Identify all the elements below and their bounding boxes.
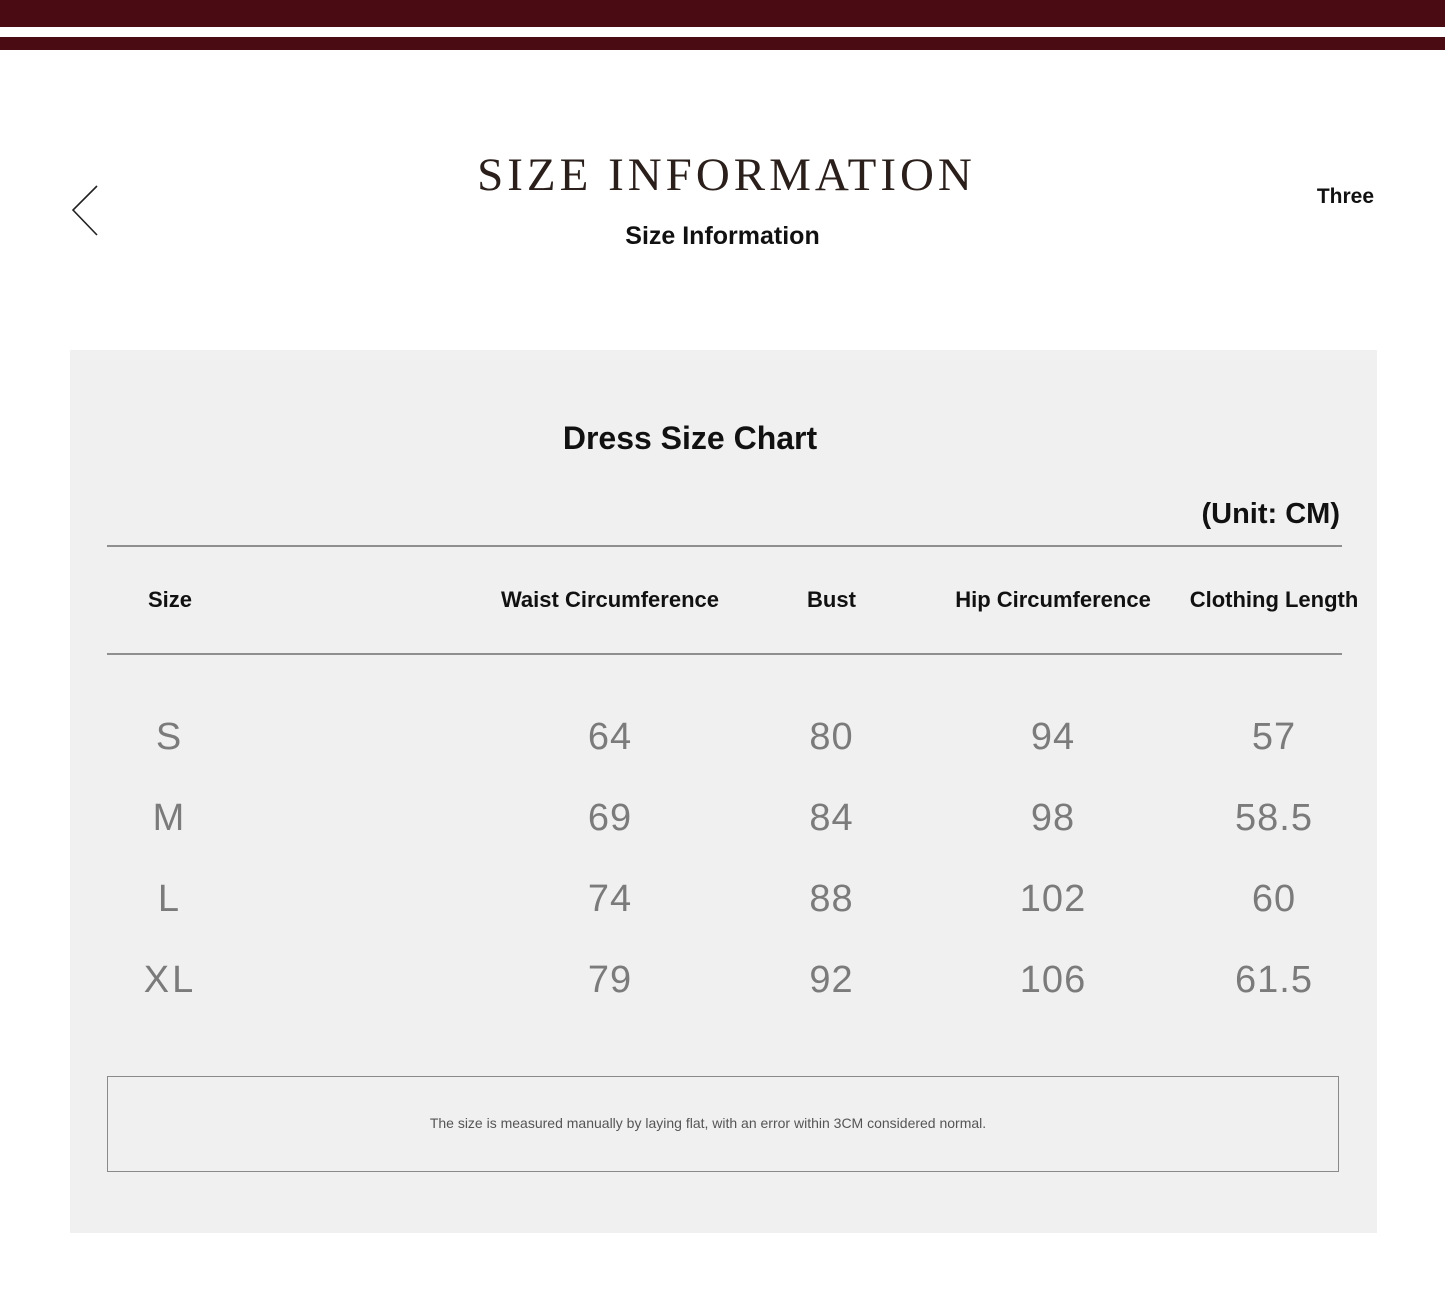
waist-cell: 79 (587, 959, 633, 1001)
size-chart-panel: Dress Size Chart (Unit: CM) Size Waist C… (70, 350, 1377, 1233)
bust-cell: 92 (809, 959, 854, 1001)
column-header-waist: Waist Circumference (500, 587, 720, 612)
top-right-label: Three (1316, 185, 1374, 208)
bust-cell: 80 (809, 716, 854, 758)
column-header-size: Size (147, 587, 193, 612)
hip-cell: 94 (1030, 716, 1076, 758)
unit-label: (Unit: CM) (1201, 498, 1340, 530)
hip-cell: 98 (1030, 797, 1076, 839)
hip-cell: 102 (1019, 878, 1087, 920)
size-cell: M (152, 797, 188, 839)
hip-cell: 106 (1019, 959, 1087, 1001)
top-brand-stripe (0, 0, 1445, 27)
waist-cell: 74 (587, 878, 633, 920)
waist-cell: 64 (587, 716, 633, 758)
size-cell: S (155, 716, 185, 758)
waist-cell: 69 (587, 797, 633, 839)
bust-cell: 84 (809, 797, 854, 839)
page-title: SIZE INFORMATION (477, 149, 976, 201)
length-cell: 58.5 (1235, 797, 1313, 839)
length-cell: 61.5 (1235, 959, 1313, 1001)
size-cell: L (157, 878, 183, 920)
chart-title: Dress Size Chart (562, 420, 818, 456)
page-subtitle: Size Information (625, 222, 820, 250)
measurement-note-box: The size is measured manually by laying … (107, 1076, 1339, 1172)
column-header-bust: Bust (807, 587, 856, 612)
table-top-divider (107, 545, 1342, 547)
size-cell: XL (143, 959, 197, 1001)
header-divider (107, 653, 1342, 655)
column-header-hip: Hip Circumference (955, 587, 1151, 612)
column-header-length: Clothing Length (1189, 587, 1359, 612)
bust-cell: 88 (809, 878, 854, 920)
length-cell: 60 (1251, 878, 1297, 920)
top-brand-stripe-thin (0, 37, 1445, 50)
measurement-note: The size is measured manually by laying … (429, 1115, 987, 1131)
length-cell: 57 (1251, 716, 1297, 758)
